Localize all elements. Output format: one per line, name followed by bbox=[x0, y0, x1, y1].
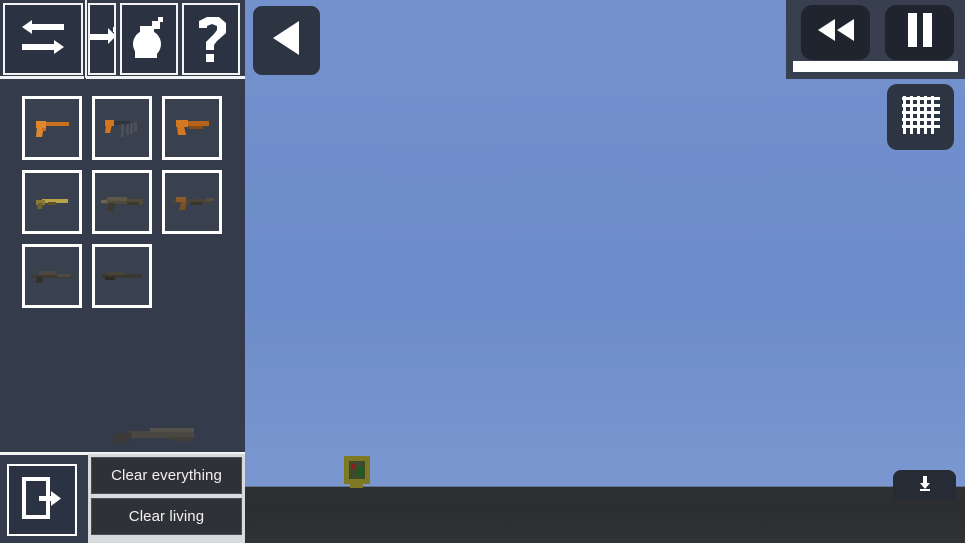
rewind-double-triangle-icon bbox=[814, 16, 858, 49]
clear-everything-button[interactable]: Clear everything bbox=[91, 457, 242, 494]
bomb-tool-button[interactable] bbox=[120, 3, 178, 75]
weapon-slot-pistol[interactable] bbox=[22, 96, 82, 160]
timeline-slider[interactable] bbox=[793, 61, 958, 72]
pixel-character[interactable] bbox=[342, 456, 372, 488]
arrow-right-icon bbox=[90, 24, 114, 54]
clear-living-button[interactable]: Clear living bbox=[91, 498, 242, 535]
toolbar bbox=[0, 0, 245, 79]
weapon-slot-sniper[interactable] bbox=[22, 244, 82, 308]
toolbar-divider bbox=[85, 0, 87, 78]
toolbar-underline-right bbox=[86, 76, 245, 79]
playback-panel bbox=[786, 0, 965, 79]
pause-bars-icon bbox=[905, 12, 935, 53]
pause-button[interactable] bbox=[885, 5, 954, 60]
weapon-slot-carbine[interactable] bbox=[22, 170, 82, 234]
character-legs bbox=[350, 483, 363, 488]
clear-panel: Clear everything Clear living bbox=[88, 454, 245, 543]
character-chest bbox=[357, 467, 364, 476]
app-root: Clear everything Clear living bbox=[0, 0, 965, 543]
download-button[interactable] bbox=[893, 470, 956, 500]
back-button[interactable] bbox=[253, 6, 320, 75]
rewind-button[interactable] bbox=[801, 5, 870, 60]
marksman-icon bbox=[97, 266, 147, 286]
sniper-icon bbox=[27, 265, 77, 287]
grid-mesh-icon bbox=[900, 94, 942, 141]
weapon-preview bbox=[110, 424, 205, 450]
pistol-icon bbox=[30, 115, 74, 141]
exit-door-icon bbox=[19, 475, 65, 526]
smg-icon bbox=[99, 113, 145, 143]
swap-arrows-icon bbox=[18, 19, 68, 59]
weapon-slot-sawed-off[interactable] bbox=[162, 96, 222, 160]
next-tool-button[interactable] bbox=[88, 3, 116, 75]
sawed-off-icon bbox=[169, 116, 215, 140]
carbine-icon bbox=[28, 191, 76, 213]
download-arrow-icon bbox=[918, 476, 932, 497]
weapon-slot-smg[interactable] bbox=[92, 96, 152, 160]
play-left-triangle-icon bbox=[267, 17, 307, 64]
swap-tool-button[interactable] bbox=[3, 3, 83, 75]
ak-rifle-icon bbox=[167, 190, 217, 214]
toolbar-underline-left bbox=[0, 76, 84, 79]
help-tool-button[interactable] bbox=[182, 3, 240, 75]
question-mark-icon bbox=[191, 15, 231, 63]
grid-toggle-button[interactable] bbox=[887, 84, 954, 150]
assault-rifle-icon bbox=[97, 190, 147, 214]
weapon-slot-assault-rifle[interactable] bbox=[92, 170, 152, 234]
grenade-icon bbox=[127, 15, 171, 63]
exit-button[interactable] bbox=[7, 464, 77, 536]
weapon-slot-marksman[interactable] bbox=[92, 244, 152, 308]
weapon-grid bbox=[22, 96, 222, 308]
weapon-slot-ak-rifle[interactable] bbox=[162, 170, 222, 234]
character-eye bbox=[351, 464, 356, 469]
